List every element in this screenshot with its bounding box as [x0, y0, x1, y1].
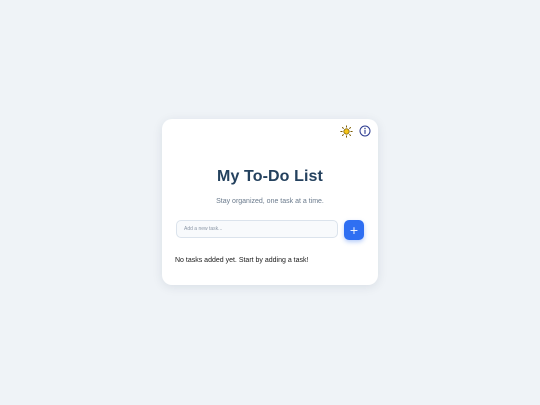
page-title: My To-Do List: [217, 168, 323, 185]
plus-icon: +: [349, 223, 359, 237]
theme-toggle-button[interactable]: [339, 124, 353, 138]
info-button[interactable]: [358, 124, 372, 138]
empty-state-message: No tasks added yet. Start by adding a ta…: [175, 257, 309, 264]
add-task-button[interactable]: +: [344, 220, 364, 240]
todo-card: My To-Do List Stay organized, one task a…: [162, 119, 378, 285]
sun-icon: [339, 124, 353, 138]
page-subtitle: Stay organized, one task at a time.: [216, 198, 324, 205]
new-task-input[interactable]: [176, 220, 338, 238]
info-icon: [359, 125, 371, 137]
